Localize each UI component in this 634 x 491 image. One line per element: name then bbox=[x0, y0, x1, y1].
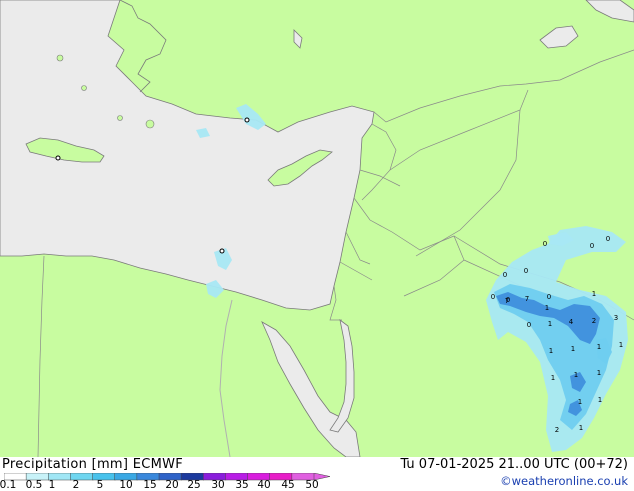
rain-amount-label: 0 bbox=[543, 240, 547, 248]
valid-time: Tu 07-01-2025 21..00 UTC (00+72) bbox=[400, 457, 628, 472]
colorbar-tick-label: 35 bbox=[235, 479, 249, 491]
rain-amount-label: 0 bbox=[524, 267, 528, 275]
rain-amount-label: 1 bbox=[592, 290, 596, 298]
rain-amount-label: 3 bbox=[614, 314, 618, 322]
rain-amount-label: 4 bbox=[569, 318, 574, 326]
rain-amount-label: 1 bbox=[545, 304, 549, 312]
rain-amount-label: 0 bbox=[606, 235, 610, 243]
city-marker bbox=[219, 248, 225, 254]
rain-amount-label: 0 bbox=[547, 293, 551, 301]
rain-amount-label: 0 bbox=[491, 293, 495, 301]
rain-amount-label: 1 bbox=[597, 343, 601, 351]
precipitation-map: 0000000770101423111111111121 bbox=[0, 0, 634, 458]
colorbar-tick-label: 2 bbox=[72, 479, 80, 491]
rain-amount-label: 0 bbox=[590, 242, 594, 250]
rain-amount-label: 2 bbox=[555, 426, 559, 434]
rain-amount-label: 1 bbox=[619, 341, 623, 349]
island bbox=[145, 119, 155, 129]
colorbar-tick-label: 25 bbox=[187, 479, 201, 491]
colorbar-tick-label: 5 bbox=[96, 479, 104, 491]
rain-amount-label: 1 bbox=[571, 345, 575, 353]
rain-amount-label: 0 bbox=[527, 321, 531, 329]
island bbox=[81, 85, 87, 91]
rain-amount-label: 1 bbox=[551, 374, 555, 382]
rain-amount-label: 1 bbox=[549, 347, 553, 355]
credit-link[interactable]: ©weatheronline.co.uk bbox=[500, 474, 628, 488]
map-footer: Precipitation [mm] ECMWF Tu 07-01-2025 2… bbox=[0, 457, 634, 491]
rain-amount-label: 7 bbox=[505, 297, 509, 305]
rain-amount-label: 1 bbox=[578, 398, 582, 406]
rain-amount-label: 0 bbox=[503, 271, 507, 279]
city-marker bbox=[244, 117, 250, 123]
map-title: Precipitation [mm] ECMWF bbox=[2, 457, 184, 472]
colorbar-tick-label: 30 bbox=[211, 479, 225, 491]
colorbar-tick-label: 10 bbox=[119, 479, 133, 491]
colorbar-tick-label: 0.1 bbox=[0, 479, 17, 491]
rain-amount-label: 1 bbox=[597, 369, 601, 377]
rain-amount-label: 7 bbox=[525, 295, 529, 303]
rain-amount-label: 1 bbox=[548, 320, 552, 328]
rain-amount-label: 2 bbox=[592, 317, 596, 325]
colorbar-tick-label: 1 bbox=[48, 479, 56, 491]
rain-amount-label: 1 bbox=[579, 424, 583, 432]
colorbar-tick-label: 20 bbox=[165, 479, 179, 491]
island bbox=[56, 54, 64, 62]
colorbar-tick-label: 0.5 bbox=[25, 479, 43, 491]
rain-amount-label: 1 bbox=[574, 371, 578, 379]
colorbar-tick-label: 45 bbox=[281, 479, 295, 491]
colorbar-tick-label: 40 bbox=[257, 479, 271, 491]
rain-amount-label: 1 bbox=[598, 396, 602, 404]
city-marker bbox=[55, 155, 61, 161]
island bbox=[117, 115, 123, 121]
map-canvas: 000 00 007 7 010 1 4 2 311 1 1 11 11112 1 bbox=[0, 0, 634, 458]
colorbar-tick-label: 50 bbox=[305, 479, 319, 491]
colorbar-tick-label: 15 bbox=[143, 479, 157, 491]
